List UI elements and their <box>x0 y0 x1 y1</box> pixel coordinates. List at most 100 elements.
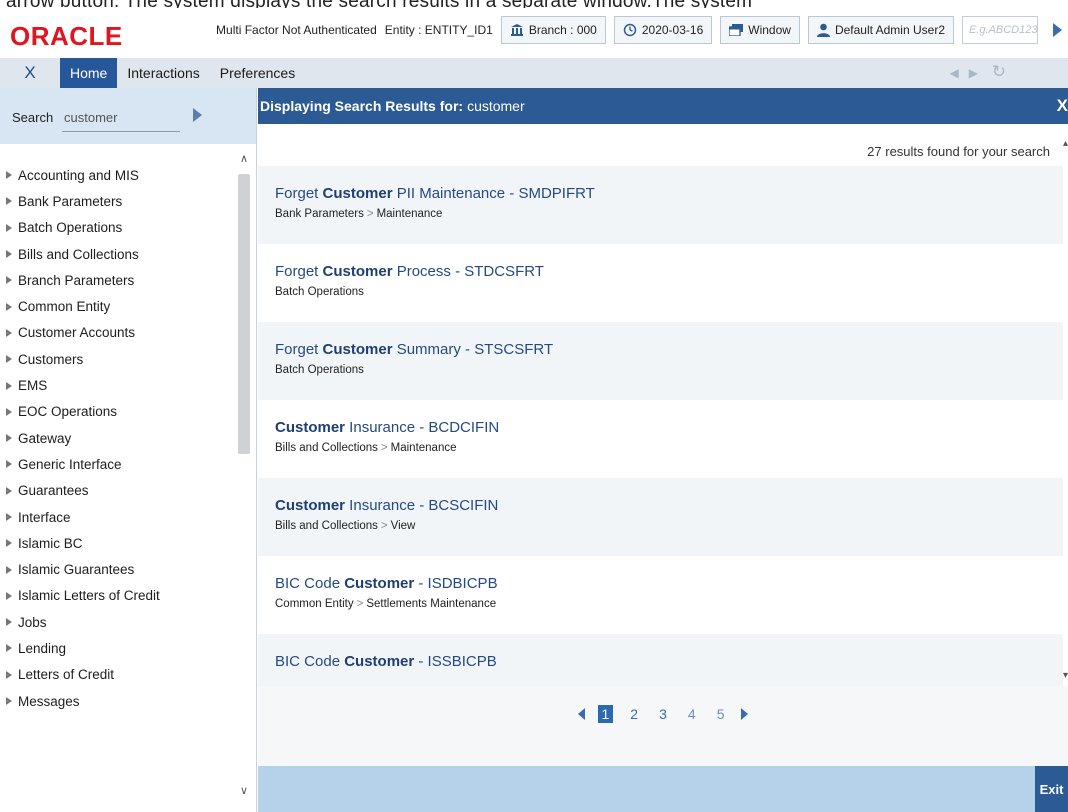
sidebar-item[interactable]: Batch Operations <box>0 215 238 241</box>
prev-page-icon[interactable] <box>577 708 585 720</box>
sidebar-item[interactable]: Letters of Credit <box>0 662 238 688</box>
date-button[interactable]: 2020-03-16 <box>613 16 713 44</box>
tab-interactions[interactable]: Interactions <box>117 58 209 88</box>
expand-arrow-icon <box>6 250 12 259</box>
result-item[interactable]: Forget Customer PII Maintenance - SMDPIF… <box>258 166 1063 244</box>
scroll-up-icon[interactable]: ∧ <box>240 152 248 165</box>
menu-bar: X Home Interactions Preferences ◀ ▶ ↻ <box>0 58 1068 88</box>
result-title[interactable]: Customer Insurance - BCSCIFIN <box>275 497 1063 514</box>
expand-arrow-icon <box>6 407 12 416</box>
result-title[interactable]: BIC Code Customer - ISDBICPB <box>275 575 1063 592</box>
results-header-query: customer <box>467 98 525 114</box>
sidebar-item[interactable]: Gateway <box>0 425 238 451</box>
entity-text: Entity : ENTITY_ID1 <box>384 23 493 37</box>
menu-tree: Accounting and MIS Bank Parameters Batch… <box>0 162 238 714</box>
page-1-button[interactable]: 1 <box>597 705 614 723</box>
sidebar-item[interactable]: Guarantees <box>0 478 238 504</box>
results-count: 27 results found for your search <box>867 144 1050 159</box>
results-scroll-up-icon[interactable]: ▴ <box>1063 138 1068 149</box>
window-button[interactable]: Window <box>720 16 800 44</box>
sidebar-item[interactable]: Messages <box>0 688 238 714</box>
expand-arrow-icon <box>6 486 12 495</box>
expand-arrow-icon <box>6 328 12 337</box>
result-path: Batch Operations <box>275 286 364 298</box>
result-item[interactable]: Forget Customer Process - STDCSFRT Batch… <box>258 244 1063 322</box>
expand-arrow-icon <box>6 460 12 469</box>
sidebar-search: Search customer <box>0 88 256 144</box>
result-path: Batch Operations <box>275 364 364 376</box>
expand-arrow-icon <box>6 565 12 574</box>
page-4-button[interactable]: 4 <box>684 705 700 723</box>
sidebar-item[interactable]: Jobs <box>0 609 238 635</box>
sidebar-item[interactable]: Bills and Collections <box>0 241 238 267</box>
sidebar-item[interactable]: Customers <box>0 346 238 372</box>
play-arrow-icon <box>193 108 202 122</box>
expand-arrow-icon <box>6 539 12 548</box>
result-title[interactable]: Forget Customer Process - STDCSFRT <box>275 263 1063 280</box>
tab-preferences[interactable]: Preferences <box>210 58 305 88</box>
page-2-button[interactable]: 2 <box>626 705 642 723</box>
search-input[interactable]: customer <box>62 102 180 132</box>
sidebar-item[interactable]: Common Entity <box>0 293 238 319</box>
oracle-logo: ORACLE <box>10 21 123 51</box>
sidebar: Search customer ∧ Accounting and MIS Ban… <box>0 88 257 812</box>
result-title[interactable]: Forget Customer PII Maintenance - SMDPIF… <box>275 185 1063 202</box>
prev-tab-icon[interactable]: ◀ <box>950 66 959 80</box>
tab-home[interactable]: Home <box>60 58 118 88</box>
next-page-icon[interactable] <box>741 708 749 720</box>
result-item[interactable]: Customer Insurance - BCSCIFIN Bills and … <box>258 478 1063 556</box>
result-item[interactable]: Customer Insurance - BCDCIFIN Bills and … <box>258 400 1063 478</box>
sidebar-item[interactable]: Customer Accounts <box>0 320 238 346</box>
result-path: Bills and Collections > View <box>275 520 416 532</box>
scroll-down-icon[interactable]: ∨ <box>240 784 248 797</box>
main-content: Displaying Search Results for: customer … <box>258 88 1068 812</box>
result-path: Common Entity > Settlements Maintenance <box>275 598 497 610</box>
result-item[interactable]: BIC Code Customer - ISDBICPB Common Enti… <box>258 556 1063 634</box>
results-header-label: Displaying Search Results for: <box>260 98 464 114</box>
sidebar-item[interactable]: EMS <box>0 372 238 398</box>
sidebar-item[interactable]: Accounting and MIS <box>0 162 238 188</box>
result-path: Bank Parameters > Maintenance <box>275 208 443 220</box>
result-title[interactable]: Forget Customer Summary - STSCSFRT <box>275 341 1063 358</box>
results-list: 27 results found for your search ▴ Forge… <box>258 124 1068 686</box>
close-menu-button[interactable]: X <box>0 58 60 88</box>
search-label: Search <box>12 110 54 125</box>
app-header: ORACLE Multi Factor Not Authenticated En… <box>0 8 1068 58</box>
result-title[interactable]: Customer Insurance - BCDCIFIN <box>275 419 1063 436</box>
function-id-input[interactable]: E.g.ABCD123 <box>962 16 1038 44</box>
next-tab-icon[interactable]: ▶ <box>969 66 978 80</box>
result-item[interactable]: Forget Customer Summary - STSCSFRT Batch… <box>258 322 1063 400</box>
user-icon <box>816 23 830 37</box>
result-item[interactable]: BIC Code Customer - ISSBICPB <box>258 634 1063 686</box>
pagination: 1 2 3 4 5 <box>258 694 1068 734</box>
page-5-button[interactable]: 5 <box>713 705 729 723</box>
sidebar-item[interactable]: Islamic Guarantees <box>0 556 238 582</box>
sidebar-item[interactable]: Interface <box>0 504 238 530</box>
page-3-button[interactable]: 3 <box>655 705 671 723</box>
sidebar-item[interactable]: Lending <box>0 635 238 661</box>
expand-arrow-icon <box>6 513 12 521</box>
auth-status-text: Multi Factor Not Authenticated <box>216 23 377 37</box>
date-label: 2020-03-16 <box>641 23 704 37</box>
search-results-header: Displaying Search Results for: customer … <box>258 88 1068 124</box>
clock-icon <box>623 23 637 37</box>
result-title[interactable]: BIC Code Customer - ISSBICPB <box>275 653 1063 670</box>
sidebar-item[interactable]: EOC Operations <box>0 399 238 425</box>
exit-button[interactable]: Exit <box>1035 766 1068 812</box>
sidebar-item[interactable]: Generic Interface <box>0 451 238 477</box>
sidebar-item[interactable]: Islamic Letters of Credit <box>0 583 238 609</box>
header-toolbar: Multi Factor Not Authenticated Entity : … <box>216 14 1068 46</box>
expand-arrow-icon <box>6 381 12 390</box>
sidebar-item[interactable]: Branch Parameters <box>0 267 238 293</box>
user-button[interactable]: Default Admin User2 <box>807 16 954 44</box>
search-go-button[interactable] <box>193 108 202 122</box>
function-id-go-button[interactable] <box>1046 16 1068 44</box>
close-results-button[interactable]: X <box>1057 96 1068 116</box>
refresh-icon[interactable]: ↻ <box>992 62 1006 82</box>
sidebar-item[interactable]: Islamic BC <box>0 530 238 556</box>
sidebar-item[interactable]: Bank Parameters <box>0 188 238 214</box>
sidebar-scrollbar[interactable] <box>238 174 250 454</box>
branch-button[interactable]: Branch : 000 <box>500 16 606 44</box>
bank-icon <box>510 24 523 36</box>
results-scroll-down-icon[interactable]: ▾ <box>1063 670 1068 681</box>
